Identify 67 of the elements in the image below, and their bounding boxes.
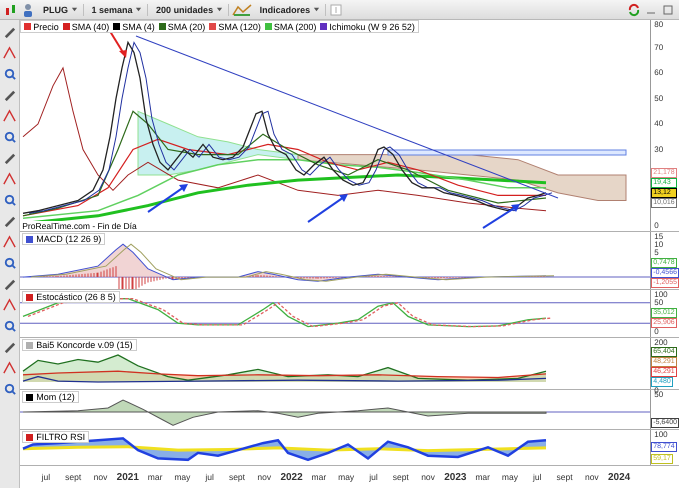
axis-label: 100 [653,431,668,439]
refresh-icon[interactable] [627,2,641,16]
legend-label[interactable]: SMA (120) [218,22,261,32]
legend-label[interactable]: SMA (40) [72,22,110,32]
axis-label: may [337,472,356,482]
caret-icon [312,6,320,12]
axis-label: mar [474,472,491,482]
arrow-drawing [482,204,520,229]
person-icon[interactable] [21,2,35,16]
axis-label: 2022 [279,472,304,482]
maximize-icon[interactable] [661,2,675,16]
axis-label: 2024 [607,472,632,482]
axis-label: 5 [653,249,659,258]
axis-label: 2023 [443,472,468,482]
axis-label: 200 [653,339,668,347]
axis-label: 15 [653,233,664,241]
legend-label[interactable]: SMA (200) [274,22,316,32]
axis-label: 60 [654,68,664,77]
axis-label: jul [204,472,215,482]
axis-label: 50 [653,299,664,308]
axis-label: nov [256,472,272,482]
units-dropdown[interactable]: 200 unidades [151,4,229,16]
legend-label[interactable]: SMA (4) [122,22,155,32]
axis-label: 2021 [116,472,140,482]
legend-label[interactable]: Precio [33,22,59,32]
legend-label[interactable]: Ichimoku (W 9 26 52) [329,22,415,32]
axis-label: 0 [653,328,659,336]
indicator-title[interactable]: Bai5 Koncorde v.09 (15) [22,339,137,351]
axis-label: jul [40,472,52,482]
arrow-drawing [308,194,348,223]
axis-label: 30 [654,144,664,154]
axis-label: 0 [654,221,659,230]
period-dropdown[interactable]: 1 semana [86,4,148,16]
axis-label: mar [146,472,164,482]
axis-label: sept [64,472,82,482]
axis-label: 40 [654,119,664,128]
indicator-title[interactable]: FILTRO RSI [22,431,90,443]
caret-icon [70,6,78,12]
axis-label: sept [228,472,246,482]
axis-label: 10 [653,241,664,250]
axis-label: may [173,472,192,482]
legend-label[interactable]: SMA (20) [168,22,206,32]
axis-label: 100 [653,291,668,299]
axis-label: jul [368,472,379,482]
data-source-label: ProRealTime.com - Fin de Día [22,221,137,231]
axis-label: nov [584,472,600,482]
axis-label: jul [532,472,542,482]
axis-label: sept [392,472,410,482]
axis-label: mar [310,472,328,482]
caret-icon [216,6,223,12]
indicators-dropdown[interactable]: Indicadores [254,4,326,16]
axis-label: 70 [654,42,664,52]
candles-icon[interactable] [4,2,18,16]
indicator-title[interactable]: Mom (12) [22,391,79,403]
axis-label: may [500,472,519,482]
axis-label: 80 [654,20,664,29]
indicator-title[interactable]: MACD (12 26 9) [22,233,106,245]
symbol-dropdown[interactable]: PLUG [38,4,84,16]
axis-label: nov [420,472,436,482]
chart-lines-icon[interactable] [232,2,252,16]
indicator-title[interactable]: Estocástico (26 8 5) [22,291,120,303]
axis-label: sept [556,472,574,482]
caret-icon [135,6,142,12]
axis-label: 50 [654,94,664,102]
arrow-drawing [148,184,188,213]
axis-label: 50 [653,391,664,399]
axis-label: nov [92,472,108,482]
